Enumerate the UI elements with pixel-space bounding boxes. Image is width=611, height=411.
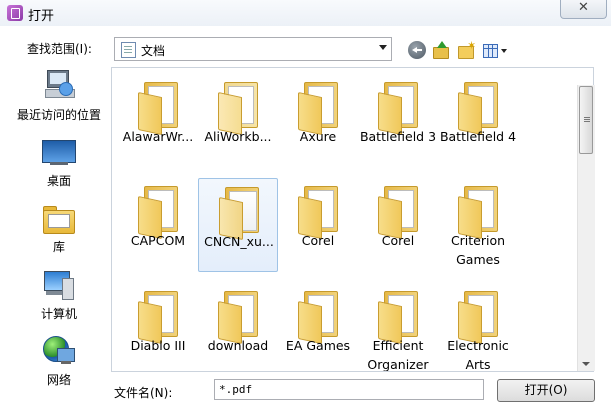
new-folder-icon[interactable]: ✶ [457,40,476,59]
folder-icon [298,82,338,136]
folder-icon [138,82,178,136]
item-name: Electronic Arts [447,338,509,372]
place-label: 桌面 [46,174,71,188]
vertical-scrollbar[interactable] [577,85,595,371]
recent-places-icon [45,70,75,98]
window-title: 打开 [28,9,55,24]
folder-icon [218,82,258,136]
view-menu-icon[interactable] [482,41,510,59]
chevron-down-icon[interactable] [379,45,387,50]
place-computer[interactable]: 计算机 [11,267,107,327]
up-folder-icon[interactable] [432,41,450,59]
documents-icon [121,42,136,58]
place-desktop[interactable]: 桌面 [11,135,107,195]
item-name: Criterion Games [450,233,506,267]
folder-icon [298,291,338,345]
place-label: 网络 [46,373,71,387]
place-label: 库 [52,240,65,254]
folder-item[interactable]: download [198,283,278,371]
item-name: Efficient Organizer [367,338,429,372]
computer-icon [42,271,76,300]
folder-item[interactable]: Battlefield 4 [438,74,518,168]
title-bar[interactable]: 打开 ✕ [0,0,611,26]
scroll-thumb[interactable] [579,86,593,154]
close-button[interactable]: ✕ [560,0,607,19]
open-button[interactable]: 打开(O) [497,379,595,402]
item-name: Battlefield 3 [359,129,437,144]
filename-label: 文件名(N): [114,386,173,400]
folder-icon [458,291,498,345]
folder-item[interactable]: EA Games [278,283,358,371]
folder-item[interactable]: CAPCOM [118,178,198,272]
item-name: Corel [381,233,415,248]
folder-item[interactable]: Corel [358,178,438,272]
close-icon: ✕ [578,0,589,15]
item-name: CNCN_xu... [204,234,274,249]
network-icon [43,336,75,366]
folder-icon [378,82,418,136]
item-name: Battlefield 4 [439,129,517,144]
app-icon [7,5,23,21]
item-name: Diablo III [130,338,186,353]
folder-icon [219,187,259,241]
folder-item[interactable]: Diablo III [118,283,198,371]
folder-item[interactable]: Battlefield 3 [358,74,438,168]
file-list[interactable]: AlawarWr... AliWorkb... Axure Battlefiel… [111,67,594,372]
item-name: Axure [299,129,337,144]
folder-item[interactable]: Corel [278,178,358,272]
place-libraries[interactable]: 库 [11,201,107,261]
libraries-icon [43,205,75,234]
place-network[interactable]: 网络 [11,333,107,393]
folder-icon [218,291,258,345]
folder-icon [298,186,338,240]
folder-item[interactable]: Axure [278,74,358,168]
folder-icon [138,186,178,240]
folder-icon [378,291,418,345]
open-file-dialog: 打开 ✕ 查找范围(I): 文档 ✶ 最近访问的位置 桌面 库 计算机 网络 A… [0,0,611,411]
folder-icon [458,82,498,136]
filename-input[interactable] [214,379,484,400]
folder-item-selected[interactable]: CNCN_xu... [198,178,278,272]
place-label: 计算机 [40,307,77,321]
look-in-value: 文档 [141,44,166,58]
folder-item[interactable]: Criterion Games [438,178,518,272]
look-in-dropdown[interactable]: 文档 [114,37,392,61]
place-recent[interactable]: 最近访问的位置 [11,68,107,128]
back-icon[interactable] [408,41,426,59]
places-bar: 最近访问的位置 桌面 库 计算机 网络 [11,68,107,387]
folder-icon [458,186,498,240]
folder-item[interactable]: Electronic Arts [438,283,518,372]
item-name: EA Games [285,338,351,353]
desktop-icon [42,140,76,166]
item-name: Corel [301,233,335,248]
item-name: CAPCOM [130,233,186,248]
place-label: 最近访问的位置 [16,108,101,122]
look-in-label: 查找范围(I): [27,42,92,56]
folder-item[interactable]: AliWorkb... [198,74,278,168]
scroll-down-icon[interactable] [582,362,590,366]
folder-icon [138,291,178,345]
folder-item[interactable]: Efficient Organizer [358,283,438,372]
item-name: AliWorkb... [204,129,272,144]
item-name: download [207,338,269,353]
item-name: AlawarWr... [122,129,194,144]
folder-icon [378,186,418,240]
folder-item[interactable]: AlawarWr... [118,74,198,168]
